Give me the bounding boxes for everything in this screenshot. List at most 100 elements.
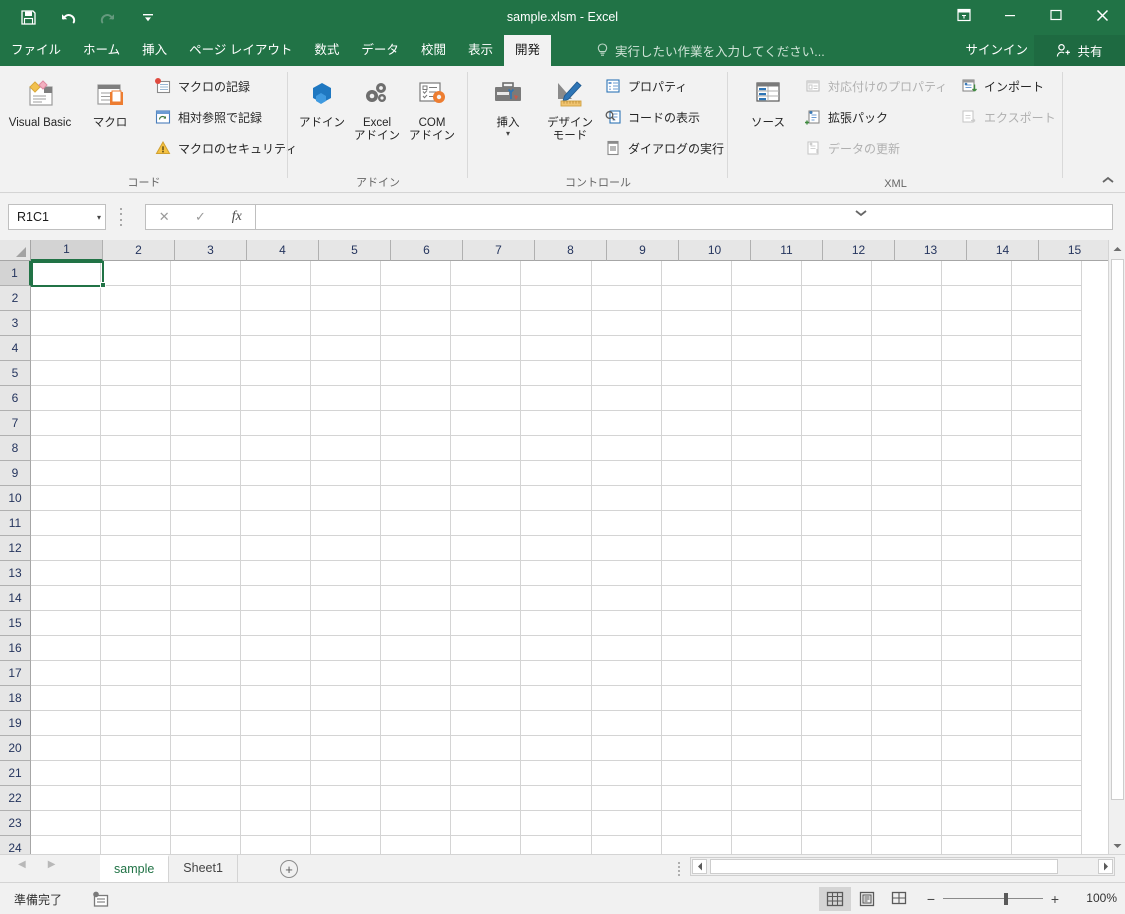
grid-cell[interactable]: [311, 711, 382, 736]
grid-cell[interactable]: [941, 311, 1012, 336]
grid-cell[interactable]: [801, 311, 872, 336]
export-button[interactable]: エクスポート: [956, 104, 1060, 130]
grid-cell[interactable]: [941, 386, 1012, 411]
grid-cell[interactable]: [1011, 386, 1082, 411]
grid-cell[interactable]: [451, 386, 522, 411]
column-header[interactable]: 12: [823, 240, 895, 261]
row-header[interactable]: 7: [0, 411, 31, 436]
grid-cell[interactable]: [801, 436, 872, 461]
grid-cell[interactable]: [661, 686, 732, 711]
grid-cell[interactable]: [381, 736, 452, 761]
grid-cell[interactable]: [941, 636, 1012, 661]
grid-cell[interactable]: [731, 336, 802, 361]
grid-cell[interactable]: [311, 361, 382, 386]
grid-cell[interactable]: [871, 711, 942, 736]
grid-cell[interactable]: [731, 686, 802, 711]
visual-basic-button[interactable]: Visual Basic: [8, 71, 72, 167]
grid-cell[interactable]: [801, 561, 872, 586]
nav-prev-icon[interactable]: ◀: [18, 859, 26, 870]
grid-cell[interactable]: [661, 561, 732, 586]
grid-cell[interactable]: [521, 586, 592, 611]
grid-cell[interactable]: [521, 636, 592, 661]
grid-cell[interactable]: [171, 411, 242, 436]
grid-cell[interactable]: [591, 611, 662, 636]
grid-cell[interactable]: [101, 661, 172, 686]
grid-cell[interactable]: [731, 511, 802, 536]
grid-cell[interactable]: [101, 761, 172, 786]
grid-cell[interactable]: [31, 661, 102, 686]
grid-cell[interactable]: [241, 386, 312, 411]
grid-cell[interactable]: [591, 386, 662, 411]
column-header[interactable]: 8: [535, 240, 607, 261]
grid-cell[interactable]: [661, 711, 732, 736]
grid-cell[interactable]: [241, 411, 312, 436]
grid-cell[interactable]: [1011, 811, 1082, 836]
grid-cell[interactable]: [871, 836, 942, 854]
scroll-right-button[interactable]: [1098, 859, 1113, 874]
grid-cell[interactable]: [661, 386, 732, 411]
grid-cell[interactable]: [451, 811, 522, 836]
row-header[interactable]: 22: [0, 786, 31, 811]
grid-cell[interactable]: [31, 561, 102, 586]
grid-cell[interactable]: [661, 536, 732, 561]
grid-cell[interactable]: [801, 686, 872, 711]
grid-cell[interactable]: [31, 761, 102, 786]
grid-cell[interactable]: [171, 336, 242, 361]
grid-cell[interactable]: [871, 661, 942, 686]
column-header[interactable]: 9: [607, 240, 679, 261]
grid-cell[interactable]: [941, 736, 1012, 761]
grid-cell[interactable]: [31, 286, 102, 311]
grid-cell[interactable]: [801, 586, 872, 611]
grid-cell[interactable]: [171, 361, 242, 386]
grid-cell[interactable]: [871, 611, 942, 636]
tab-data[interactable]: データ: [350, 35, 410, 66]
grid-cell[interactable]: [311, 761, 382, 786]
grid-cell[interactable]: [241, 361, 312, 386]
row-header[interactable]: 20: [0, 736, 31, 761]
zoom-control[interactable]: − +: [923, 889, 1063, 909]
grid-cell[interactable]: [171, 586, 242, 611]
grid-cell[interactable]: [871, 586, 942, 611]
grid-cell[interactable]: [31, 636, 102, 661]
grid-cell[interactable]: [311, 786, 382, 811]
tab-insert[interactable]: 挿入: [131, 35, 178, 66]
add-sheet-button[interactable]: +: [280, 860, 298, 878]
zoom-in-button[interactable]: +: [1047, 891, 1063, 907]
grid-cell[interactable]: [801, 536, 872, 561]
grid-cell[interactable]: [731, 636, 802, 661]
grid-cell[interactable]: [451, 836, 522, 854]
grid-cell[interactable]: [591, 561, 662, 586]
grid-cell[interactable]: [521, 361, 592, 386]
row-header[interactable]: 12: [0, 536, 31, 561]
grid-cell[interactable]: [871, 286, 942, 311]
grid-cell[interactable]: [941, 536, 1012, 561]
grid-cell[interactable]: [241, 486, 312, 511]
zoom-slider-thumb[interactable]: [1004, 893, 1008, 905]
grid-cell[interactable]: [731, 661, 802, 686]
grid-cell[interactable]: [521, 311, 592, 336]
grid-cell[interactable]: [731, 611, 802, 636]
grid-cell[interactable]: [521, 436, 592, 461]
row-header[interactable]: 19: [0, 711, 31, 736]
grid-cell[interactable]: [801, 761, 872, 786]
grid-cell[interactable]: [941, 436, 1012, 461]
grid-cell[interactable]: [661, 461, 732, 486]
grid-cell[interactable]: [381, 661, 452, 686]
row-header[interactable]: 17: [0, 661, 31, 686]
grid-cell[interactable]: [591, 736, 662, 761]
grid-cell[interactable]: [661, 261, 732, 286]
tab-file[interactable]: ファイル: [0, 35, 72, 66]
grid-cell[interactable]: [241, 711, 312, 736]
grid-cell[interactable]: [31, 736, 102, 761]
grid-cell[interactable]: [241, 336, 312, 361]
grid-cell[interactable]: [591, 511, 662, 536]
grid-cell[interactable]: [381, 586, 452, 611]
grid-cell[interactable]: [871, 361, 942, 386]
scroll-left-button[interactable]: [692, 859, 707, 874]
grid-cell[interactable]: [871, 761, 942, 786]
map-properties-button[interactable]: 対応付けのプロパティ: [800, 73, 951, 99]
tab-view[interactable]: 表示: [457, 35, 504, 66]
column-header[interactable]: 14: [967, 240, 1039, 261]
grid-cell[interactable]: [941, 261, 1012, 286]
grid-cell[interactable]: [101, 811, 172, 836]
